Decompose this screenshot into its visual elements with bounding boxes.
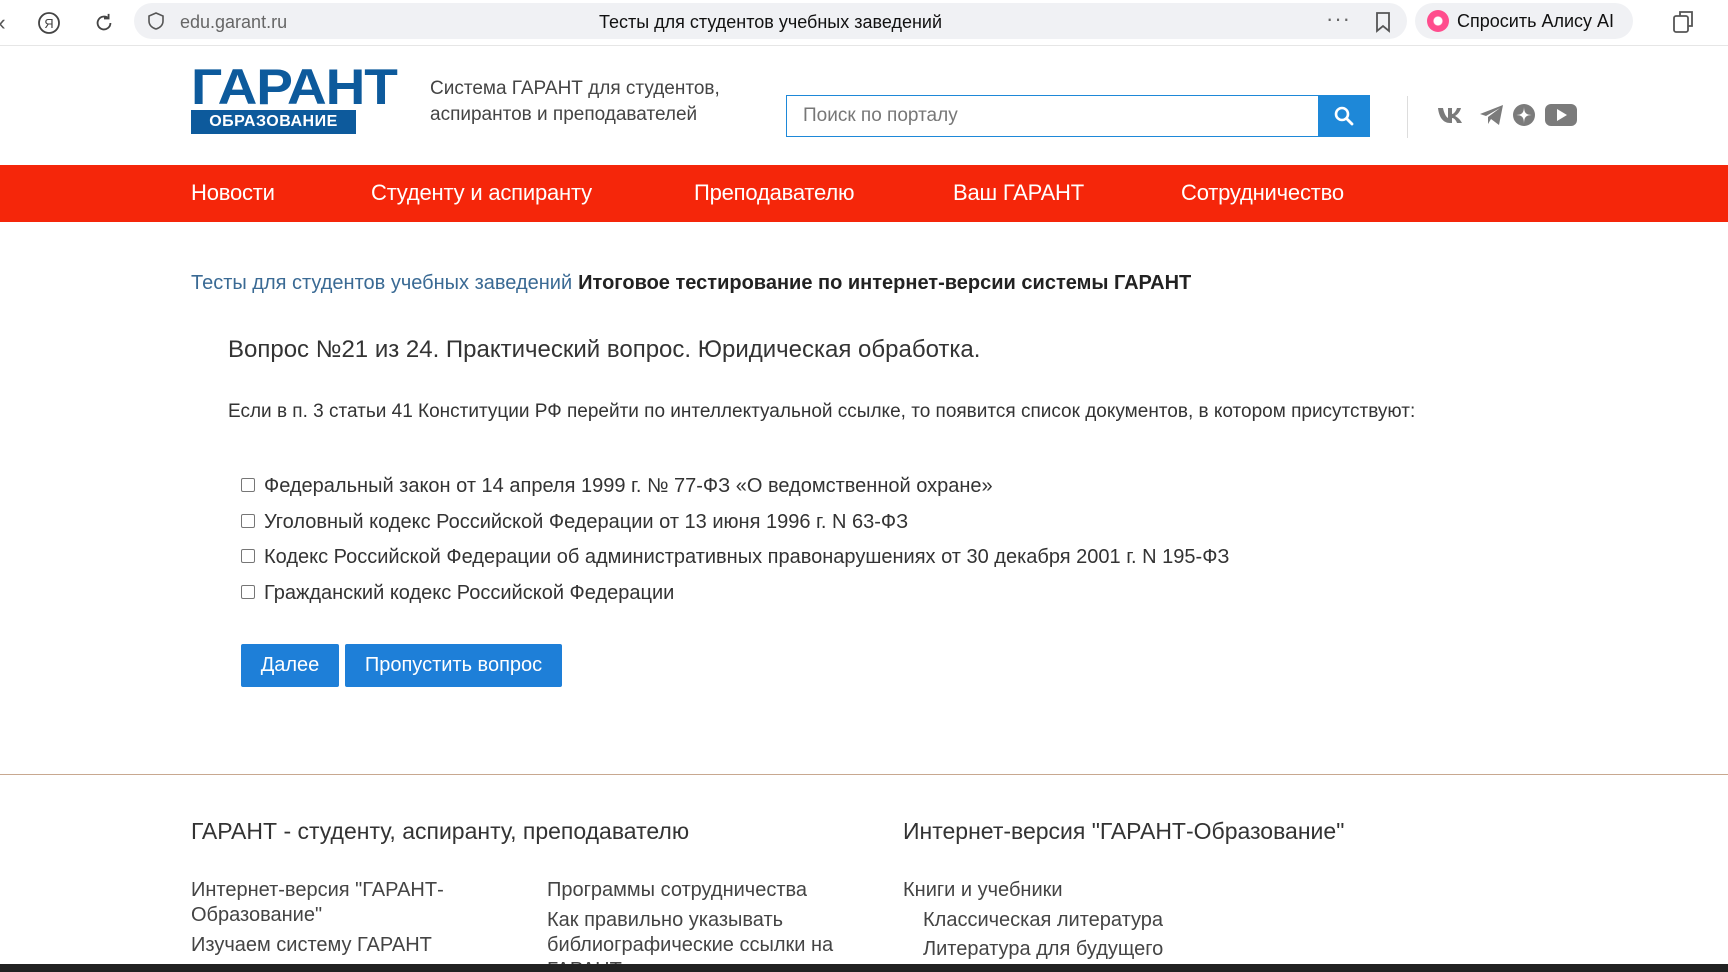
answer-option[interactable]: Гражданский кодекс Российской Федерации <box>241 581 1229 617</box>
logo-word: ГАРАНТ <box>191 59 398 115</box>
question-title: Вопрос №21 из 24. Практический вопрос. Ю… <box>228 336 981 363</box>
answer-label[interactable]: Федеральный закон от 14 апреля 1999 г. №… <box>264 474 993 498</box>
telegram-icon[interactable] <box>1476 103 1508 127</box>
answer-option[interactable]: Кодекс Российской Федерации об администр… <box>241 545 1229 581</box>
footer-heading-garant: ГАРАНТ - студенту, аспиранту, преподават… <box>191 818 690 844</box>
back-icon[interactable]: ‹ <box>0 7 18 39</box>
footer-heading-internet-version: Интернет-версия "ГАРАНТ-Образование" <box>903 818 1345 844</box>
footer-link[interactable]: Интернет-версия "ГАРАНТ-Образование" <box>191 878 491 928</box>
footer-link[interactable]: Книги и учебники <box>903 878 1063 903</box>
footer-link[interactable]: Литература для будущего <box>923 937 1163 962</box>
dzen-icon[interactable] <box>1508 103 1540 127</box>
answer-label[interactable]: Уголовный кодекс Российской Федерации от… <box>264 510 908 534</box>
answer-checkbox[interactable] <box>241 584 255 599</box>
more-icon[interactable]: ··· <box>1326 6 1351 32</box>
tab-title: Тесты для студентов учебных заведений <box>598 12 943 32</box>
bookmark-icon[interactable] <box>1373 11 1393 33</box>
footer-link[interactable]: Программы сотрудничества <box>547 878 807 903</box>
ask-alice-label: Спросить Алису AI <box>1457 10 1615 31</box>
site-tagline: Система ГАРАНТ для студентов, аспирантов… <box>430 78 720 125</box>
answer-label[interactable]: Гражданский кодекс Российской Федерации <box>264 581 674 605</box>
youtube-icon[interactable] <box>1545 103 1577 127</box>
garant-logo[interactable]: ГАРАНТ ОБРАЗОВАНИЕ <box>191 62 398 136</box>
reload-icon[interactable] <box>88 7 120 39</box>
nav-item-cooperation[interactable]: Сотрудничество <box>1181 180 1344 206</box>
answer-checkbox[interactable] <box>241 549 255 563</box>
alice-icon <box>1427 10 1449 32</box>
taskbar-edge <box>0 964 1728 972</box>
breadcrumb-current: Итоговое тестирование по интернет-версии… <box>578 272 1192 294</box>
yandex-icon[interactable]: Я <box>33 7 65 39</box>
breadcrumb-link[interactable]: Тесты для студентов учебных заведений <box>191 272 572 294</box>
ask-alice-button[interactable]: Спросить Алису AI <box>1415 3 1633 39</box>
search-input[interactable] <box>787 96 1317 136</box>
breadcrumb: Тесты для студентов учебных заведений Ито… <box>191 272 1191 295</box>
next-button[interactable]: Далее <box>241 644 339 687</box>
footer-divider <box>0 774 1728 775</box>
nav-item-teachers[interactable]: Преподавателю <box>694 180 854 206</box>
nav-item-news[interactable]: Новости <box>191 180 275 206</box>
question-text: Если в п. 3 статьи 41 Конституции РФ пер… <box>228 401 1416 422</box>
answer-checkbox[interactable] <box>241 478 255 492</box>
extensions-icon[interactable] <box>1670 8 1698 36</box>
answer-label[interactable]: Кодекс Российской Федерации об администр… <box>264 545 1229 569</box>
skip-question-button[interactable]: Пропустить вопрос <box>345 644 562 687</box>
answer-option[interactable]: Федеральный закон от 14 апреля 1999 г. №… <box>241 474 1229 510</box>
nav-item-students[interactable]: Студенту и аспиранту <box>371 180 592 206</box>
vk-icon[interactable] <box>1436 103 1468 127</box>
browser-toolbar: ‹ Я edu.garant.ru Тесты для студентов уч… <box>0 0 1728 46</box>
nav-item-your-garant[interactable]: Ваш ГАРАНТ <box>953 180 1084 206</box>
footer-link[interactable]: Как правильно указывать библиографически… <box>547 908 847 964</box>
portal-search <box>786 95 1370 137</box>
footer-link[interactable]: Классическая литература <box>923 908 1163 933</box>
main-nav: Новости Студенту и аспиранту Преподавате… <box>0 165 1728 222</box>
answer-options: Федеральный закон от 14 апреля 1999 г. №… <box>241 474 1229 616</box>
logo-subtitle: ОБРАЗОВАНИЕ <box>191 110 356 134</box>
search-icon <box>1334 106 1353 126</box>
answer-checkbox[interactable] <box>241 513 255 528</box>
address-bar[interactable]: edu.garant.ru Тесты для студентов учебны… <box>134 3 1407 39</box>
question-actions: Далее Пропустить вопрос <box>241 644 562 687</box>
answer-option[interactable]: Уголовный кодекс Российской Федерации от… <box>241 510 1229 546</box>
svg-text:Я: Я <box>44 16 53 31</box>
footer-link[interactable]: Изучаем систему ГАРАНТ <box>191 933 432 958</box>
search-button[interactable] <box>1318 96 1369 136</box>
header-divider <box>1407 96 1408 138</box>
